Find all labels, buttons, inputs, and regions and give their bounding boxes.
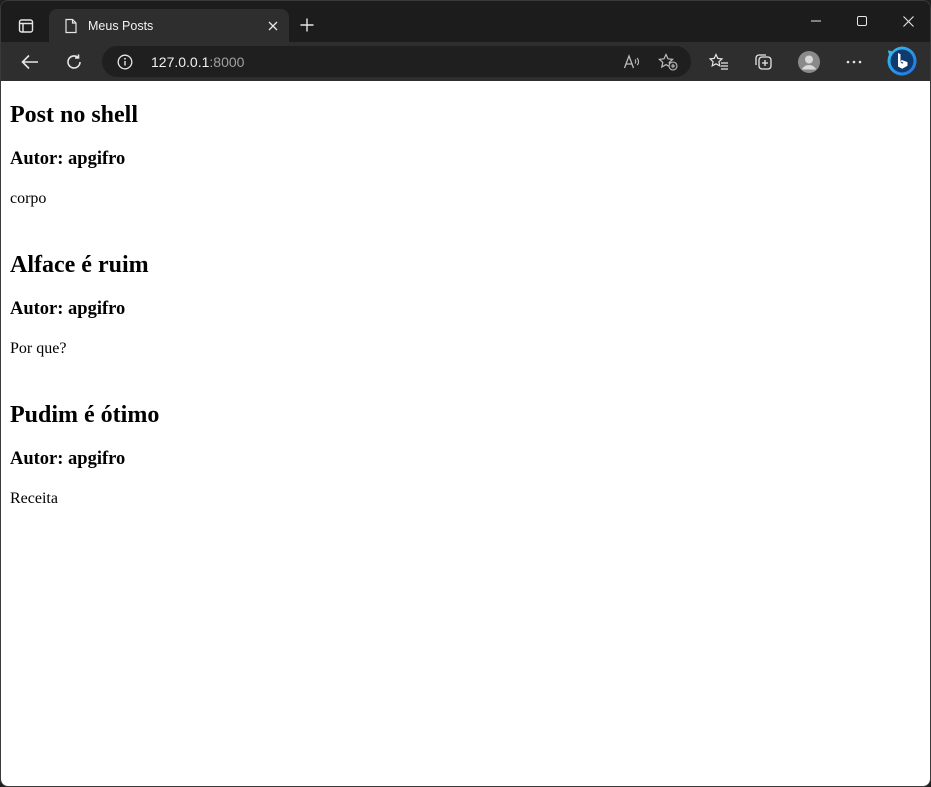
post-title: Post no shell — [10, 102, 139, 128]
post-body: Receita — [10, 490, 58, 507]
refresh-icon[interactable] — [58, 46, 90, 78]
url-port: :8000 — [209, 54, 245, 70]
add-favorite-icon[interactable] — [656, 50, 680, 74]
bing-icon[interactable] — [885, 44, 919, 78]
post-title: Pudim é ótimo — [10, 402, 160, 428]
post-author: Autor: apgifro — [10, 149, 126, 169]
close-window-icon[interactable] — [885, 1, 930, 41]
browser-window: Meus Posts 127.0.0.1:8000 Post no shell … — [0, 0, 931, 787]
profile-icon[interactable] — [793, 46, 825, 78]
toolbar: 127.0.0.1:8000 — [1, 42, 930, 81]
read-aloud-icon[interactable] — [620, 50, 644, 74]
tab-actions-icon[interactable] — [11, 11, 41, 41]
page-icon — [63, 18, 79, 34]
post-title: Alface é ruim — [10, 252, 149, 278]
info-icon[interactable] — [116, 53, 134, 71]
maximize-icon[interactable] — [839, 1, 885, 41]
tab-title: Meus Posts — [88, 18, 154, 33]
back-arrow-icon[interactable] — [14, 46, 46, 78]
url-text[interactable]: 127.0.0.1:8000 — [151, 54, 244, 70]
plus-icon[interactable] — [293, 11, 321, 39]
address-bar[interactable]: 127.0.0.1:8000 — [102, 46, 691, 77]
close-icon[interactable] — [261, 14, 285, 38]
more-icon[interactable] — [838, 46, 870, 78]
post-item: Post no shell Autor: apgifro corpo — [10, 101, 923, 208]
tab-meus-posts[interactable]: Meus Posts — [49, 9, 289, 42]
post-body: Por que? — [10, 340, 67, 357]
post-item: Pudim é ótimo Autor: apgifro Receita — [10, 401, 923, 508]
favorites-icon[interactable] — [703, 46, 735, 78]
tab-bar: Meus Posts — [1, 1, 930, 42]
minimize-icon[interactable] — [793, 1, 839, 41]
post-item: Alface é ruim Autor: apgifro Por que? — [10, 251, 923, 358]
url-host: 127.0.0.1 — [151, 54, 210, 70]
post-author: Autor: apgifro — [10, 299, 126, 319]
collections-icon[interactable] — [748, 46, 780, 78]
post-body: corpo — [10, 190, 47, 207]
post-author: Autor: apgifro — [10, 449, 126, 469]
page-content: Post no shell Autor: apgifro corpo Alfac… — [1, 81, 930, 786]
